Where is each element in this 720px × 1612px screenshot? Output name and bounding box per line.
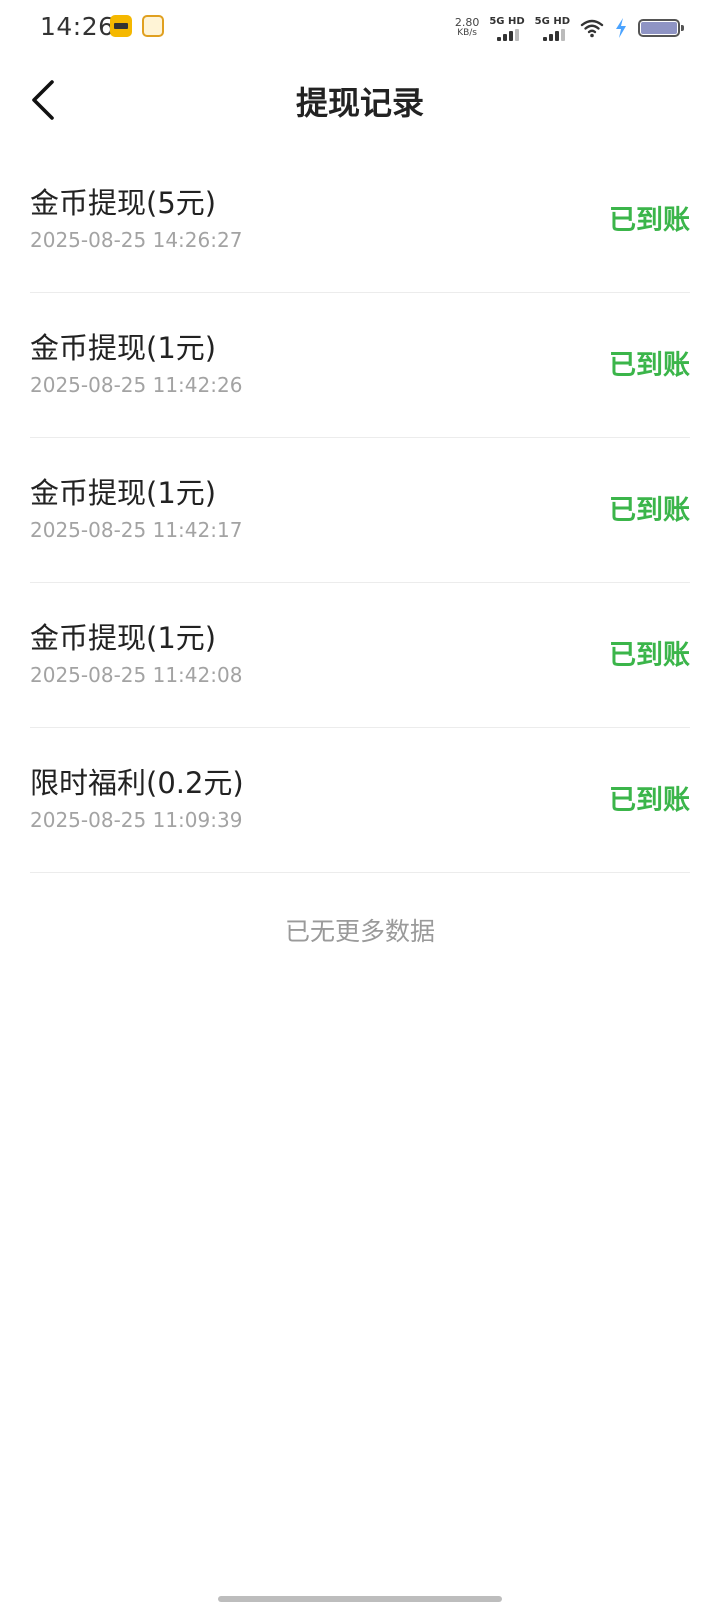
record-title: 金币提现(1元) [30, 331, 217, 365]
record-time: 2025-08-25 11:42:17 [30, 518, 243, 542]
list-item[interactable]: 金币提现(1元) 2025-08-25 11:42:26 已到账 [30, 293, 690, 438]
page-title: 提现记录 [295, 84, 424, 122]
record-status: 已到账 [609, 495, 690, 526]
charging-bolt-icon [616, 18, 626, 38]
record-title: 金币提现(1元) [30, 621, 217, 655]
list-item[interactable]: 限时福利(0.2元) 2025-08-25 11:09:39 已到账 [30, 728, 690, 873]
record-title: 金币提现(1元) [30, 476, 217, 510]
list-item[interactable]: 金币提现(5元) 2025-08-25 14:26:27 已到账 [30, 148, 690, 293]
status-bar: 14:26 2.80 KB/s 5G HD 5G HD [0, 0, 720, 56]
network-speed-unit: KB/s [457, 28, 477, 38]
list-item[interactable]: 金币提现(1元) 2025-08-25 11:42:08 已到账 [30, 583, 690, 728]
sim2-signal: 5G HD [535, 16, 570, 41]
signal-bars-icon [542, 28, 565, 41]
signal-bars-icon [497, 28, 520, 41]
sim2-label: 5G HD [534, 15, 570, 27]
no-more-data-text: 已无更多数据 [284, 917, 435, 946]
home-indicator[interactable] [218, 1596, 502, 1602]
status-indicators: 2.80 KB/s 5G HD 5G HD [454, 14, 684, 42]
record-status: 已到账 [609, 205, 690, 236]
notification-app-icon [142, 15, 164, 37]
record-status: 已到账 [609, 640, 690, 671]
battery-fill [641, 22, 677, 34]
notification-app-icon [110, 15, 132, 37]
withdrawal-record-list: 金币提现(5元) 2025-08-25 14:26:27 已到账 金币提现(1元… [30, 148, 690, 873]
network-speed: 2.80 KB/s [454, 16, 480, 38]
record-time: 2025-08-25 11:42:26 [30, 373, 243, 397]
record-time: 2025-08-25 11:09:39 [30, 808, 243, 832]
list-item[interactable]: 金币提现(1元) 2025-08-25 11:42:17 已到账 [30, 438, 690, 583]
sim1-signal: 5G HD [489, 15, 525, 41]
page-header: 提现记录 [0, 64, 720, 136]
record-time: 2025-08-25 11:42:08 [30, 663, 243, 687]
record-status: 已到账 [609, 350, 690, 381]
sim1-label: 5G HD [489, 15, 525, 27]
record-status: 已到账 [609, 785, 690, 816]
status-time: 14:26 [40, 12, 115, 41]
wifi-icon [580, 19, 604, 38]
battery-icon [638, 19, 684, 37]
record-time: 2025-08-25 14:26:27 [30, 228, 243, 252]
network-speed-value: 2.80 [454, 16, 480, 29]
record-title: 金币提现(5元) [30, 186, 217, 220]
record-title: 限时福利(0.2元) [30, 766, 244, 800]
